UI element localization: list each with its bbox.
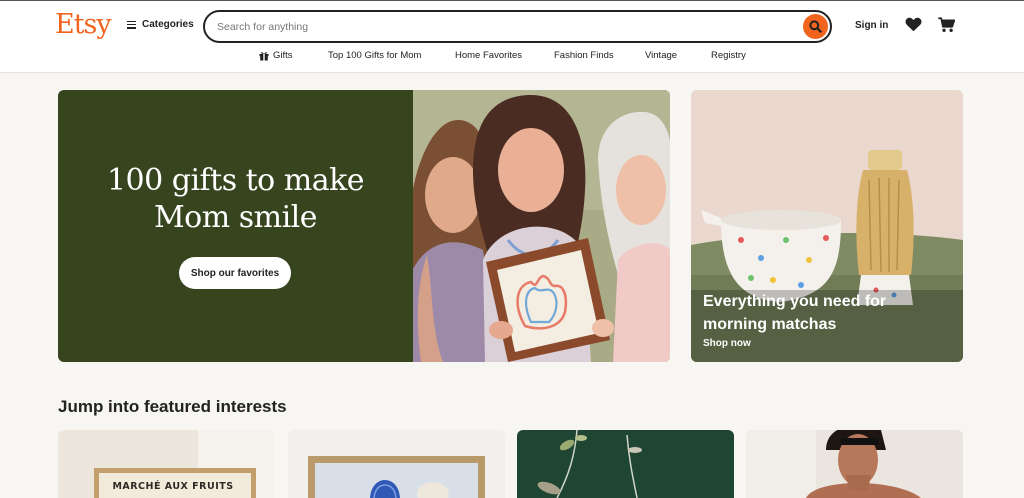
nav-item-home-favorites[interactable]: Home Favorites [455,50,522,61]
hero-title: 100 gifts to make Mom smile [58,162,413,236]
hero-title-line-2: Mom smile [153,200,318,235]
categories-label: Categories [142,19,194,30]
hamburger-icon [127,20,136,29]
featured-card-wall-art[interactable] [288,430,505,498]
nav-item-top-100-gifts-for-mom[interactable]: Top 100 Gifts for Mom [328,50,421,61]
nav-label: Gifts [273,50,293,61]
matcha-promo-card[interactable]: Everything you need for morning matchas … [691,90,963,362]
featured-card-plants[interactable] [517,430,734,498]
plant-branch-photo [517,430,734,498]
hero-title-line-1: 100 gifts to make [106,163,365,198]
man-sunglasses-photo [746,430,963,498]
search-button[interactable] [803,14,828,39]
promo-title: Everything you need for morning matchas [703,293,887,333]
nav-item-registry[interactable]: Registry [711,50,746,61]
featured-card-home-decor[interactable]: MARCHÉ AUX FRUITS [58,430,275,498]
featured-card-fashion[interactable] [746,430,963,498]
categories-button[interactable]: Categories [127,19,194,30]
hero-photo-three-women[interactable] [413,90,670,362]
etsy-logo[interactable]: Etsy [55,9,112,40]
site-header: Etsy Categories Sign in [0,1,1024,73]
featured-interests-heading: Jump into featured interests [58,397,287,416]
shop-our-favorites-button[interactable]: Shop our favorites [179,257,291,289]
search-bar [203,10,832,43]
nav-item-gifts[interactable]: Gifts [259,50,293,61]
search-input[interactable] [217,19,787,35]
shop-now-link[interactable]: Shop now [703,338,751,349]
search-icon [809,20,822,33]
nav-item-vintage[interactable]: Vintage [645,50,677,61]
hero-banner: 100 gifts to make Mom smile Shop our fav… [58,90,670,362]
sign-in-link[interactable]: Sign in [855,20,888,31]
nav-item-fashion-finds[interactable]: Fashion Finds [554,50,614,61]
cart-icon[interactable] [938,17,955,33]
gift-icon [259,51,269,60]
favorites-heart-icon[interactable] [905,17,922,32]
framed-art-photo [288,430,505,498]
category-nav: Gifts Top 100 Gifts for Mom Home Favorit… [0,50,1024,66]
poster-text: MARCHÉ AUX FRUITS [112,481,234,492]
